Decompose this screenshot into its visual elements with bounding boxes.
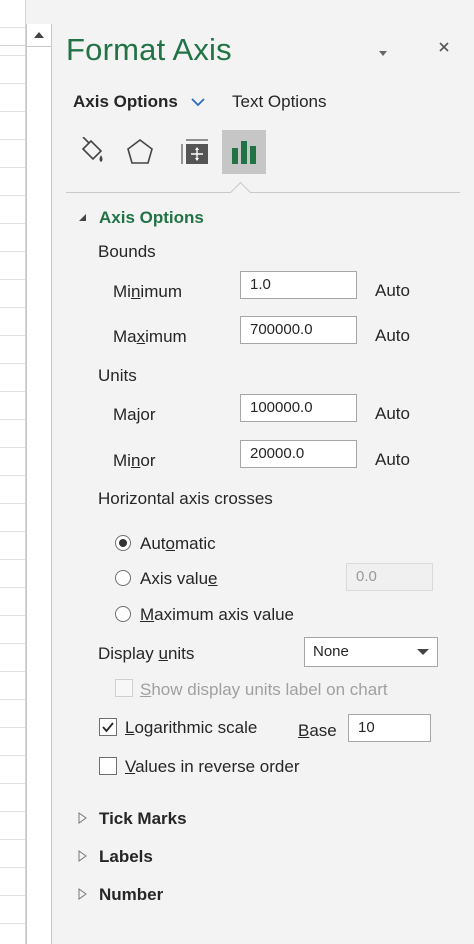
size-properties-button[interactable] — [174, 130, 218, 174]
maximum-axis-value-radio[interactable] — [115, 606, 131, 622]
dropdown-arrow-icon — [417, 649, 429, 655]
format-axis-pane: Format Axis Axis Options Text Options Ax… — [52, 0, 474, 944]
values-reverse-order-label[interactable]: Values in reverse order — [125, 757, 300, 777]
tab-axis-options-label: Axis Options — [73, 92, 178, 111]
size-properties-icon — [181, 139, 208, 164]
axis-value-radio-label[interactable]: Axis value — [140, 569, 218, 589]
scroll-up-button[interactable] — [27, 24, 51, 47]
arrow-up-icon — [34, 32, 44, 38]
task-pane-options-button[interactable] — [376, 44, 392, 56]
display-units-select[interactable]: None — [304, 637, 438, 667]
pane-title: Format Axis — [66, 32, 232, 67]
divider-pointer — [229, 181, 252, 204]
effects-icon — [127, 139, 153, 164]
values-reverse-order-checkbox[interactable] — [99, 757, 117, 775]
scrollbar-top-gap — [26, 0, 52, 24]
units-label: Units — [98, 366, 137, 385]
minimum-auto-button[interactable]: Auto — [375, 281, 410, 301]
fill-line-button[interactable] — [70, 130, 114, 174]
section-number-label: Number — [99, 885, 164, 904]
minor-auto-button[interactable]: Auto — [375, 450, 410, 470]
effects-button[interactable] — [118, 130, 162, 174]
show-display-units-label: Show display units label on chart — [140, 680, 388, 699]
maximum-input[interactable]: 700000.0 — [240, 316, 357, 344]
automatic-radio[interactable] — [115, 535, 131, 551]
tab-axis-options[interactable]: Axis Options — [73, 92, 206, 112]
base-input[interactable]: 10 — [348, 714, 431, 742]
close-pane-button[interactable] — [436, 40, 452, 56]
bar-chart-icon — [232, 141, 256, 164]
section-labels-label: Labels — [99, 847, 153, 866]
major-input[interactable]: 100000.0 — [240, 394, 357, 422]
display-units-label: Display units — [98, 644, 195, 663]
caret-down-icon — [379, 51, 387, 56]
minor-input[interactable]: 20000.0 — [240, 440, 357, 468]
section-number[interactable]: Number — [78, 885, 163, 905]
collapsed-triangle-icon — [78, 809, 88, 829]
collapsed-triangle-icon — [78, 847, 88, 867]
checkmark-icon — [102, 722, 114, 733]
vertical-scrollbar[interactable] — [26, 24, 52, 944]
logarithmic-scale-checkbox[interactable] — [99, 718, 117, 736]
minimum-input[interactable]: 1.0 — [240, 271, 357, 299]
display-units-value: None — [313, 643, 349, 660]
section-labels[interactable]: Labels — [78, 847, 153, 867]
maximum-axis-value-radio-label[interactable]: Maximum axis value — [140, 605, 294, 625]
horizontal-axis-crosses-label: Horizontal axis crosses — [98, 489, 273, 508]
logarithmic-scale-label[interactable]: Logarithmic scale — [125, 718, 257, 738]
collapsed-triangle-icon — [78, 885, 88, 905]
section-axis-options-label: Axis Options — [99, 208, 204, 227]
automatic-radio-label[interactable]: Automatic — [140, 534, 216, 554]
axis-value-radio[interactable] — [115, 570, 131, 586]
fill-line-icon — [81, 137, 103, 162]
expanded-triangle-icon — [78, 208, 88, 228]
bounds-label: Bounds — [98, 242, 156, 261]
axis-options-button[interactable] — [222, 130, 266, 174]
major-label: Major — [113, 405, 156, 424]
close-icon — [439, 42, 449, 52]
divider — [66, 192, 460, 193]
base-label: Base — [298, 721, 337, 740]
worksheet-edge — [0, 0, 26, 944]
axis-value-input: 0.0 — [346, 563, 433, 591]
minor-label: Minor — [113, 451, 156, 470]
tab-text-options[interactable]: Text Options — [232, 92, 327, 112]
show-display-units-checkbox — [115, 679, 133, 697]
major-auto-button[interactable]: Auto — [375, 404, 410, 424]
section-axis-options[interactable]: Axis Options — [78, 208, 204, 228]
maximum-label: Maximum — [113, 327, 187, 346]
section-tick-marks[interactable]: Tick Marks — [78, 809, 187, 829]
minimum-label: Minimum — [113, 282, 182, 301]
chevron-down-icon — [190, 92, 206, 112]
section-tick-marks-label: Tick Marks — [99, 809, 187, 828]
maximum-auto-button[interactable]: Auto — [375, 326, 410, 346]
